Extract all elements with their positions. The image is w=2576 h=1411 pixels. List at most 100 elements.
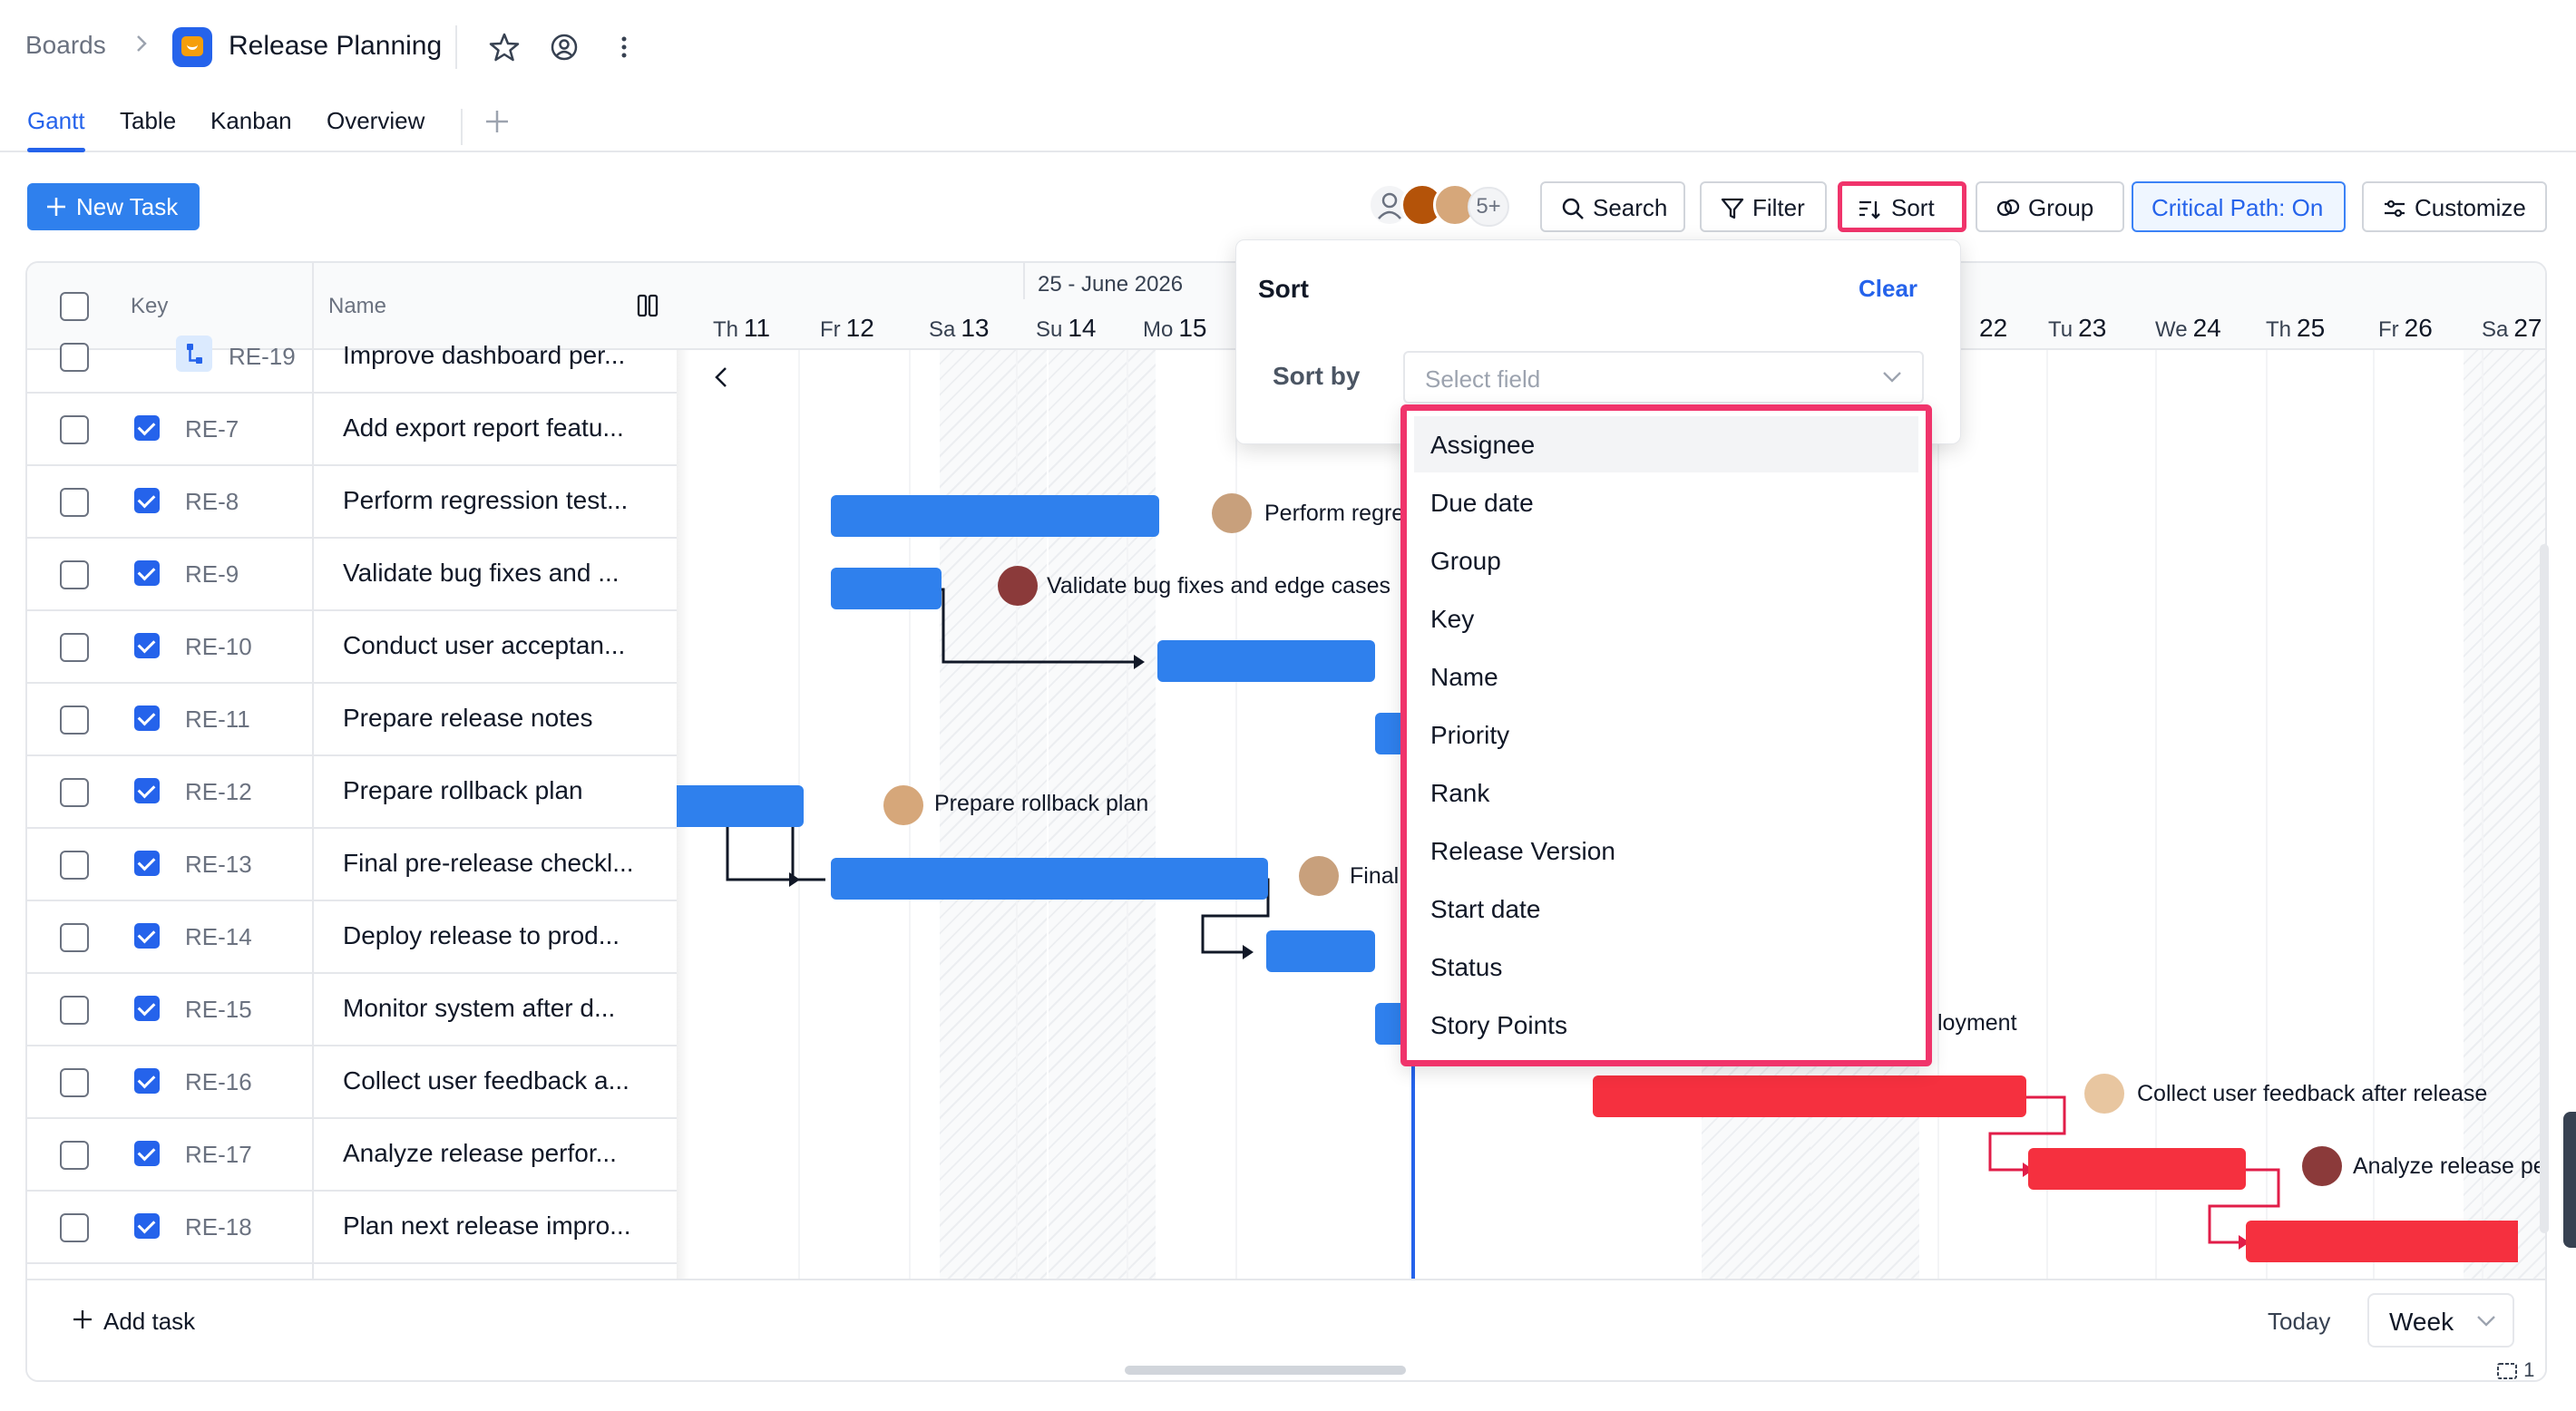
task-key[interactable]: RE-13 <box>185 851 252 879</box>
task-name[interactable]: Deploy release to prod... <box>343 921 620 950</box>
gantt-bar-re-9[interactable] <box>831 568 942 609</box>
row-checkbox[interactable] <box>60 1213 89 1242</box>
row-checkbox[interactable] <box>60 996 89 1025</box>
row-checkbox[interactable] <box>60 343 89 372</box>
row-checkbox[interactable] <box>60 1141 89 1170</box>
sort-field-select[interactable]: Select field <box>1403 351 1924 404</box>
breadcrumb-boards[interactable]: Boards <box>25 31 106 60</box>
row-checkbox[interactable] <box>60 706 89 735</box>
task-name[interactable]: Plan next release impro... <box>343 1212 631 1241</box>
task-name[interactable]: Add export report featu... <box>343 414 624 443</box>
more-avatars-badge[interactable]: 5+ <box>1468 187 1509 227</box>
sort-field-option[interactable]: Name <box>1414 648 1918 705</box>
sort-field-option[interactable]: Story Points <box>1414 997 1918 1053</box>
table-row[interactable]: RE-12 Prepare rollback plan <box>27 756 677 829</box>
table-row[interactable]: RE-16 Collect user feedback a... <box>27 1046 677 1119</box>
task-name[interactable]: Conduct user acceptan... <box>343 631 625 660</box>
more-options-icon[interactable] <box>608 31 640 63</box>
new-task-button[interactable]: New Task <box>27 183 200 230</box>
column-header-key[interactable]: Key <box>131 294 168 319</box>
task-key[interactable]: RE-8 <box>185 488 239 516</box>
task-name[interactable]: Prepare rollback plan <box>343 776 583 805</box>
task-name[interactable]: Analyze release perfor... <box>343 1139 617 1168</box>
task-key[interactable]: RE-17 <box>185 1141 252 1169</box>
table-row[interactable]: RE-14 Deploy release to prod... <box>27 901 677 974</box>
table-row[interactable]: RE-13 Final pre-release checkl... <box>27 829 677 901</box>
table-row[interactable]: RE-8 Perform regression test... <box>27 466 677 539</box>
sort-field-option[interactable]: Priority <box>1414 706 1918 763</box>
table-row[interactable]: RE-19 Improve dashboard per... <box>27 321 677 394</box>
task-name[interactable]: Perform regression test... <box>343 486 628 515</box>
row-checkbox[interactable] <box>60 488 89 517</box>
row-checkbox[interactable] <box>60 923 89 952</box>
task-key[interactable]: RE-18 <box>185 1213 252 1241</box>
row-checkbox[interactable] <box>60 415 89 444</box>
sort-field-option[interactable]: Release Version <box>1414 822 1918 879</box>
gantt-bar-re-18[interactable] <box>2246 1221 2518 1262</box>
task-key[interactable]: RE-10 <box>185 633 252 661</box>
table-row[interactable]: RE-11 Prepare release notes <box>27 684 677 756</box>
critical-path-toggle[interactable]: Critical Path: On <box>2132 181 2346 232</box>
row-checkbox[interactable] <box>60 1068 89 1097</box>
task-name[interactable]: Monitor system after d... <box>343 994 615 1023</box>
sort-field-option[interactable]: Assignee <box>1414 416 1918 472</box>
add-task-button[interactable]: Add task <box>73 1308 195 1336</box>
table-row[interactable]: RE-10 Conduct user acceptan... <box>27 611 677 684</box>
task-key[interactable]: RE-14 <box>185 923 252 951</box>
task-name[interactable]: Collect user feedback a... <box>343 1066 629 1095</box>
star-icon[interactable] <box>488 31 521 63</box>
side-panel-handle[interactable] <box>2563 1112 2576 1248</box>
row-checkbox[interactable] <box>60 851 89 880</box>
table-row[interactable]: RE-15 Monitor system after d... <box>27 974 677 1046</box>
row-checkbox[interactable] <box>60 633 89 662</box>
task-key[interactable]: RE-15 <box>185 996 252 1024</box>
gantt-bar-re-16[interactable] <box>1593 1075 2026 1117</box>
tab-gantt[interactable]: Gantt <box>27 107 85 152</box>
sort-field-option[interactable]: Start date <box>1414 881 1918 937</box>
horizontal-scrollbar[interactable] <box>1125 1366 1406 1375</box>
gantt-bar-re-13[interactable] <box>831 858 1268 900</box>
view-scale-select[interactable]: Week <box>2367 1293 2514 1348</box>
watch-icon[interactable] <box>548 31 581 63</box>
select-all-checkbox[interactable] <box>60 292 89 321</box>
sort-field-option[interactable]: Status <box>1414 939 1918 995</box>
vertical-scrollbar[interactable] <box>2540 544 2549 1233</box>
row-checkbox[interactable] <box>60 560 89 589</box>
table-row[interactable]: RE-17 Analyze release perfor... <box>27 1119 677 1192</box>
sort-button[interactable]: Sort <box>1838 181 1966 232</box>
task-key[interactable]: RE-16 <box>185 1068 252 1096</box>
gantt-bar-re-17[interactable] <box>2028 1148 2246 1190</box>
assignee-avatars[interactable]: 5+ <box>1368 183 1517 230</box>
table-row[interactable]: RE-7 Add export report featu... <box>27 394 677 466</box>
task-key[interactable]: RE-11 <box>185 706 250 734</box>
filter-button[interactable]: Filter <box>1700 181 1827 232</box>
today-button[interactable]: Today <box>2268 1308 2330 1336</box>
task-name[interactable]: Prepare release notes <box>343 704 593 733</box>
split-columns-icon[interactable] <box>637 294 659 317</box>
table-row[interactable]: RE-9 Validate bug fixes and ... <box>27 539 677 611</box>
gantt-bar-re-12[interactable] <box>677 785 804 827</box>
add-view-icon[interactable] <box>483 107 512 136</box>
gantt-bar-re-10[interactable] <box>1157 640 1375 682</box>
tab-overview[interactable]: Overview <box>327 107 424 151</box>
task-name[interactable]: Final pre-release checkl... <box>343 849 634 878</box>
search-button[interactable]: Search <box>1540 181 1685 232</box>
group-button[interactable]: Group <box>1976 181 2124 232</box>
task-key[interactable]: RE-19 <box>229 343 296 371</box>
sort-field-option[interactable]: Rank <box>1414 764 1918 821</box>
task-key[interactable]: RE-7 <box>185 415 239 443</box>
table-row[interactable]: RE-18 Plan next release impro... <box>27 1192 677 1264</box>
task-key[interactable]: RE-12 <box>185 778 252 806</box>
sort-field-option[interactable]: Group <box>1414 532 1918 589</box>
task-key[interactable]: RE-9 <box>185 560 239 589</box>
tab-table[interactable]: Table <box>120 107 176 151</box>
sort-field-option[interactable]: Key <box>1414 590 1918 647</box>
gantt-bar-re-14[interactable] <box>1266 930 1375 972</box>
task-name[interactable]: Improve dashboard per... <box>343 341 625 370</box>
customize-button[interactable]: Customize <box>2362 181 2547 232</box>
gantt-bar-re-8[interactable] <box>831 495 1159 537</box>
tab-kanban[interactable]: Kanban <box>210 107 292 151</box>
row-checkbox[interactable] <box>60 778 89 807</box>
clear-sort-button[interactable]: Clear <box>1859 275 1917 303</box>
task-name[interactable]: Validate bug fixes and ... <box>343 559 620 588</box>
